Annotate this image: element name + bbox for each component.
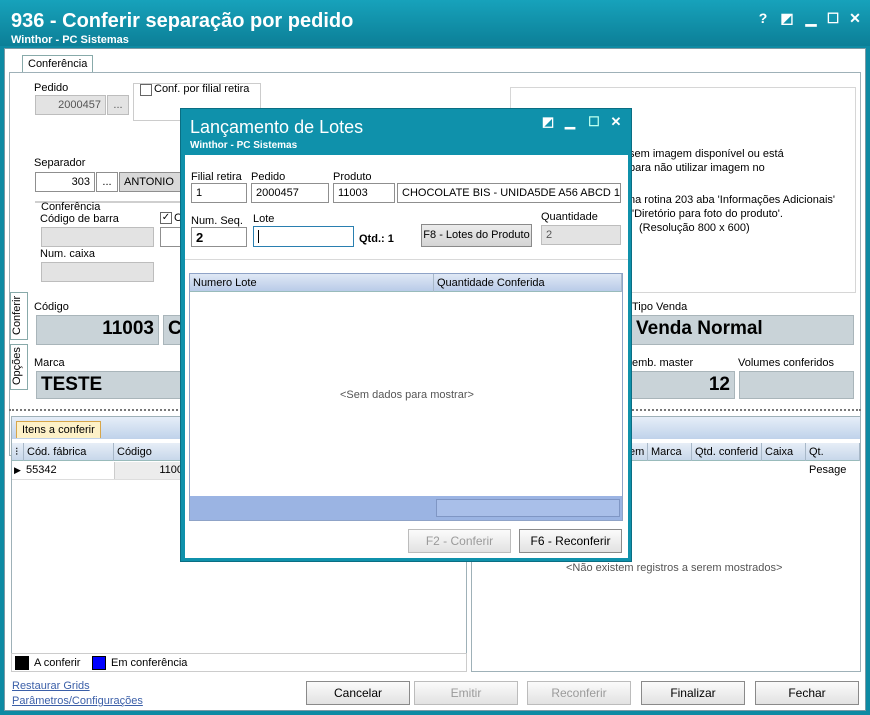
- quantidade-label: Quantidade: [541, 211, 598, 223]
- close-icon[interactable]: ✕: [847, 10, 863, 26]
- f2-conferir-button[interactable]: F2 - Conferir: [408, 529, 511, 553]
- dialog-minimize-icon[interactable]: ▁: [563, 115, 577, 129]
- lote-caret: [258, 230, 259, 243]
- quantidade-input[interactable]: 2: [541, 225, 621, 245]
- vtab-opcoes[interactable]: Opções: [10, 344, 28, 390]
- grid-options-icon[interactable]: ⁝: [12, 443, 24, 461]
- dialog-divider: [185, 259, 628, 260]
- tab-conferencia[interactable]: Conferência: [22, 55, 94, 72]
- conferencia-group-label: Conferência: [41, 201, 101, 213]
- dialog-maximize-icon[interactable]: ☐: [587, 115, 601, 129]
- image-info-line-4: na rotina 203 aba 'Informações Adicionai…: [629, 194, 835, 206]
- fechar-button[interactable]: Fechar: [755, 681, 859, 705]
- restore-layout-icon[interactable]: ◩: [779, 10, 795, 26]
- emb-master-value: 12: [631, 371, 735, 399]
- pedido-input[interactable]: 2000457: [35, 95, 106, 115]
- pedido-label: Pedido: [34, 82, 69, 94]
- legend-a-conferir-label: A conferir: [34, 657, 81, 669]
- emb-master-label: emb. master: [632, 357, 694, 369]
- volumes-value: [739, 371, 854, 399]
- image-info-line-5: 'Diretório para foto do produto'.: [632, 208, 783, 220]
- lote-label: Lote: [253, 213, 275, 225]
- dlg-pedido-label: Pedido: [251, 171, 286, 183]
- legend-em-conferencia-swatch: [92, 656, 106, 670]
- dialog-close-icon[interactable]: ✕: [609, 115, 623, 129]
- reconferir-button[interactable]: Reconferir: [527, 681, 631, 705]
- produto-code-input[interactable]: 11003: [333, 183, 395, 203]
- f8-lotes-button[interactable]: F8 - Lotes do Produto: [421, 224, 532, 247]
- legend-em-conferencia-label: Em conferência: [111, 657, 188, 669]
- dialog-title: Lançamento de Lotes: [190, 117, 364, 137]
- separador-lookup-button[interactable]: ...: [96, 172, 118, 192]
- vtab-conferir[interactable]: Conferir: [10, 292, 28, 340]
- separador-name-input: ANTONIO: [119, 172, 185, 192]
- row-codigo: 1100: [114, 462, 186, 479]
- filial-label: Filial retira: [191, 171, 242, 183]
- marca-value: TESTE: [36, 371, 183, 399]
- dialog-body: Filial retira 1 Pedido 2000457 Produto 1…: [185, 155, 628, 558]
- numseq-label: Num. Seq.: [191, 215, 243, 227]
- marca-label: Marca: [34, 357, 65, 369]
- dlg-pedido-input[interactable]: 2000457: [251, 183, 329, 203]
- c-checkbox[interactable]: ✓: [160, 212, 172, 224]
- col-codigo[interactable]: Código: [114, 443, 186, 461]
- col-cod-fabrica[interactable]: Cód. fábrica: [24, 443, 114, 461]
- produto-desc-input: CHOCOLATE BIS - UNIDA5DE A56 ABCD 1234: [397, 183, 621, 203]
- col-numero-lote[interactable]: Numero Lote: [190, 274, 434, 292]
- right-grid-empty-text: <Não existem registros a serem mostrados…: [566, 562, 783, 574]
- row-indicator-icon: ▶: [14, 465, 21, 475]
- separador-code-input[interactable]: 303: [35, 172, 95, 192]
- codigo-barra-label: Código de barra: [40, 213, 119, 225]
- numseq-input[interactable]: 2: [191, 227, 247, 247]
- window-subtitle: Winthor - PC Sistemas: [11, 34, 129, 46]
- codigo-barra-input[interactable]: [41, 227, 154, 247]
- help-icon[interactable]: ?: [755, 10, 771, 26]
- volumes-label: Volumes conferidos: [738, 357, 834, 369]
- f6-reconferir-button[interactable]: F6 - Reconferir: [519, 529, 622, 553]
- conf-filial-label: Conf. por filial retira: [154, 83, 250, 95]
- lancamento-lotes-dialog: Lançamento de Lotes Winthor - PC Sistema…: [180, 108, 632, 562]
- col-qt-pesagem[interactable]: Qt. Pesage: [806, 443, 860, 476]
- row-cod-fabrica: 55342: [26, 464, 57, 476]
- emitir-button[interactable]: Emitir: [414, 681, 518, 705]
- tab-itens-a-conferir[interactable]: Itens a conferir: [16, 421, 101, 438]
- col-marca[interactable]: Marca: [648, 443, 692, 461]
- dialog-layout-icon[interactable]: ◩: [541, 115, 555, 129]
- col-caixa[interactable]: Caixa: [762, 443, 806, 461]
- lotes-grid: Numero Lote Quantidade Conferida <Sem da…: [189, 273, 623, 521]
- num-caixa-label: Num. caixa: [40, 248, 96, 260]
- filial-input[interactable]: 1: [191, 183, 247, 203]
- image-info-line-2: para não utilizar imagem no: [629, 162, 765, 174]
- lotes-grid-footer-summary: [436, 499, 620, 517]
- lotes-grid-empty-text: <Sem dados para mostrar>: [340, 389, 474, 401]
- maximize-icon[interactable]: ☐: [825, 10, 841, 26]
- title-bar: 936 - Conferir separação por pedido Wint…: [0, 0, 870, 46]
- restaurar-grids-link[interactable]: Restaurar Grids: [12, 680, 90, 692]
- dialog-subtitle: Winthor - PC Sistemas: [190, 140, 298, 151]
- parametros-link[interactable]: Parâmetros/Configurações: [12, 695, 143, 707]
- window-title: 936 - Conferir separação por pedido: [11, 10, 354, 32]
- lotes-grid-footer: [190, 496, 622, 520]
- cancelar-button[interactable]: Cancelar: [306, 681, 410, 705]
- produto-label: Produto: [333, 171, 372, 183]
- pedido-lookup-button[interactable]: ...: [107, 95, 129, 115]
- codigo-label: Código: [34, 301, 69, 313]
- finalizar-button[interactable]: Finalizar: [641, 681, 745, 705]
- image-info-line-1: sem imagem disponível ou está: [629, 148, 784, 160]
- conf-filial-checkbox[interactable]: [140, 84, 152, 96]
- tipo-venda-value: Venda Normal: [631, 315, 854, 345]
- lote-input[interactable]: [253, 226, 354, 247]
- col-quantidade-conferida[interactable]: Quantidade Conferida: [434, 274, 622, 292]
- codigo-value: 11003: [36, 315, 159, 345]
- lotes-grid-header: Numero Lote Quantidade Conferida: [190, 274, 622, 292]
- legend-bar: A conferir Em conferência: [11, 653, 467, 672]
- qtd-label: Qtd.: 1: [359, 233, 394, 245]
- separador-label: Separador: [34, 157, 86, 169]
- tipo-venda-label: Tipo Venda: [632, 301, 688, 313]
- col-qtd-conferida[interactable]: Qtd. conferid: [692, 443, 762, 461]
- minimize-icon[interactable]: ▁: [803, 10, 819, 26]
- legend-a-conferir-swatch: [15, 656, 29, 670]
- image-info-line-6: (Resolução 800 x 600): [639, 222, 750, 234]
- num-caixa-input[interactable]: [41, 262, 154, 282]
